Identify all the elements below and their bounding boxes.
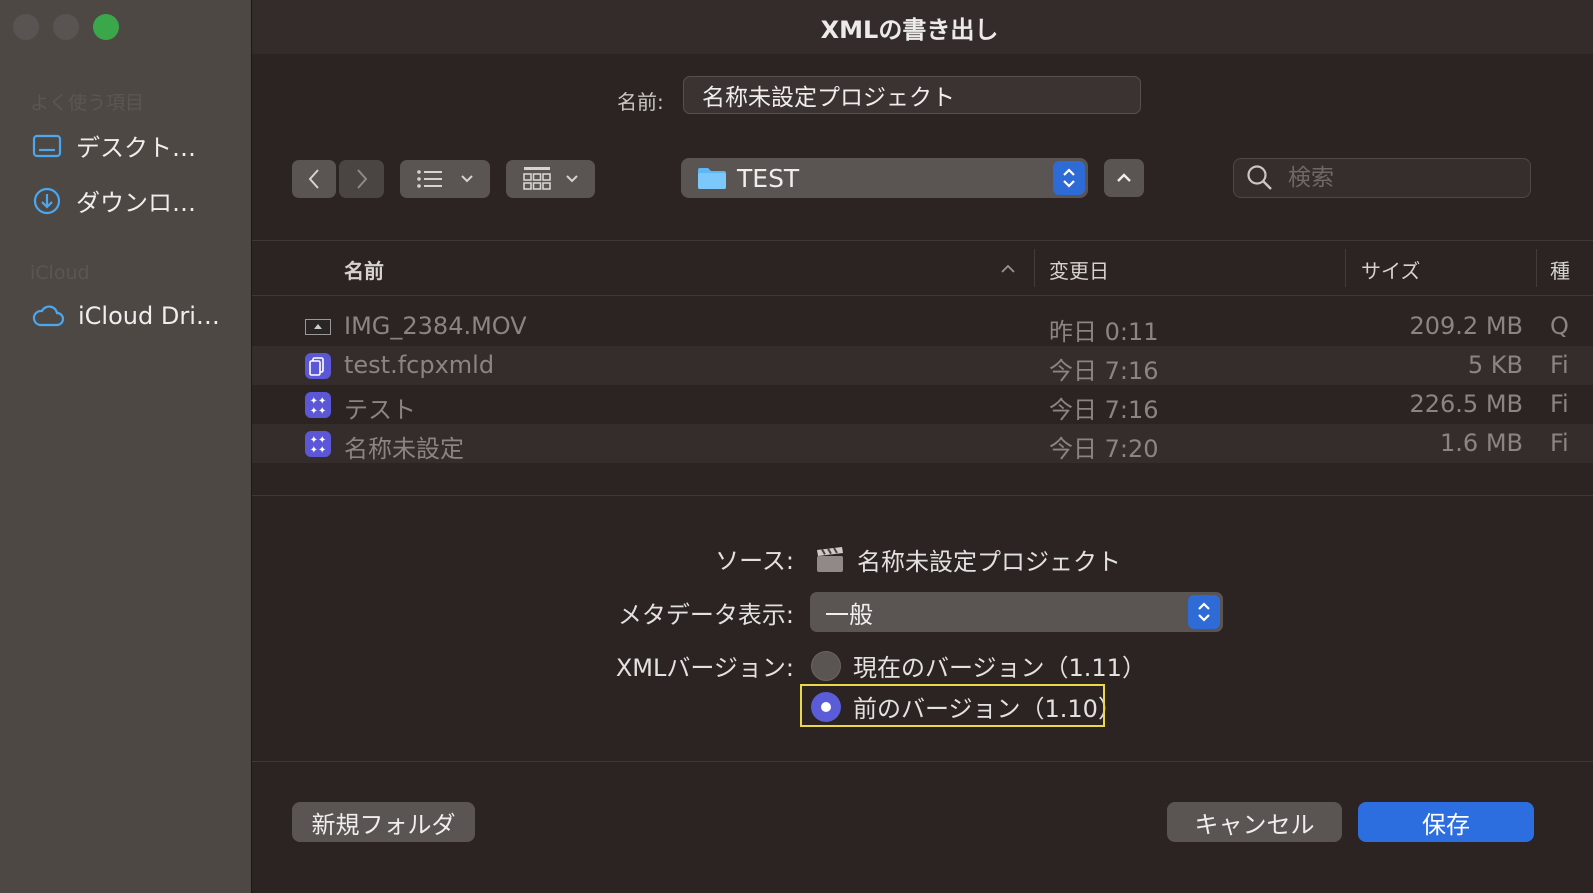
zoom-window-button[interactable]	[93, 14, 119, 40]
file-kind: Q	[1550, 312, 1569, 340]
file-date: 昨日 0:11	[1049, 318, 1159, 346]
grid-view-icon	[522, 167, 551, 190]
folder-icon	[698, 168, 726, 189]
cancel-button[interactable]: キャンセル	[1167, 802, 1342, 842]
file-row[interactable]: ✦✦ ✦✦ 名称未設定 今日 7:20 1.6 MB Fi	[252, 424, 1593, 463]
column-divider[interactable]	[1034, 249, 1035, 287]
back-button[interactable]	[292, 160, 336, 198]
chevron-down-icon	[565, 175, 578, 183]
group-by-button[interactable]	[506, 160, 595, 198]
save-dialog: XMLの書き出し 名前: TEST	[252, 0, 1593, 893]
file-date: 今日 7:20	[1049, 435, 1159, 463]
cloud-icon	[32, 305, 64, 327]
search-icon	[1247, 165, 1272, 190]
movie-file-icon	[305, 319, 331, 335]
sidebar-item-downloads[interactable]: ダウンロ…	[32, 183, 196, 218]
up-down-chevron-icon	[1063, 168, 1075, 188]
sidebar-favorites-header: よく使う項目	[30, 92, 145, 114]
xml-version-label: XMLバージョン:	[615, 654, 794, 682]
search-field[interactable]	[1233, 158, 1531, 198]
column-header-size[interactable]: サイズ	[1361, 255, 1420, 284]
window-controls	[13, 14, 119, 40]
sidebar-item-desktop[interactable]: デスクト…	[32, 128, 196, 163]
file-kind: Fi	[1550, 351, 1569, 379]
column-divider[interactable]	[1536, 249, 1537, 287]
version-current-label: 現在のバージョン（1.11）	[853, 654, 1146, 682]
column-header-kind[interactable]: 種	[1550, 255, 1570, 284]
radio-current-version[interactable]	[811, 650, 841, 681]
chevron-down-icon	[461, 175, 473, 183]
file-list-header: 名前 変更日 サイズ 種	[252, 241, 1593, 296]
annotation-highlight-box	[800, 684, 1105, 727]
column-header-date[interactable]: 変更日	[1049, 255, 1109, 284]
name-label: 名前:	[617, 90, 664, 114]
file-name: テスト	[344, 396, 416, 424]
popup-stepper	[1188, 595, 1220, 629]
popup-stepper	[1053, 161, 1085, 195]
source-value: 名称未設定プロジェクト	[815, 542, 1121, 577]
column-divider[interactable]	[1345, 249, 1346, 287]
close-window-button[interactable]	[13, 14, 39, 40]
fcpxml-file-icon	[305, 353, 331, 379]
desktop-icon	[32, 134, 62, 157]
download-icon	[33, 187, 61, 214]
source-project-name: 名称未設定プロジェクト	[857, 548, 1121, 576]
window-title: XMLの書き出し	[820, 16, 999, 44]
file-kind: Fi	[1550, 429, 1569, 457]
svg-text:✦✦: ✦✦	[310, 406, 327, 417]
fcp-library-icon: ✦✦ ✦✦	[305, 431, 331, 457]
sidebar-icloud-header: iCloud	[30, 262, 90, 284]
collapse-browser-button[interactable]	[1104, 159, 1144, 197]
location-popup[interactable]: TEST	[681, 158, 1088, 198]
file-size: 1.6 MB	[1440, 429, 1523, 457]
file-size: 226.5 MB	[1409, 390, 1523, 418]
forward-button[interactable]	[339, 160, 384, 198]
sidebar-item-label: ダウンロ…	[76, 189, 196, 217]
file-name: 名称未設定	[344, 435, 464, 463]
metadata-view-value: 一般	[825, 600, 873, 629]
file-name: test.fcpxmld	[344, 351, 495, 379]
chevron-right-icon	[356, 169, 367, 189]
version-current-option[interactable]: 現在のバージョン（1.11）	[811, 648, 1146, 683]
minimize-window-button[interactable]	[53, 14, 79, 40]
clapperboard-icon	[817, 546, 843, 572]
metadata-label: メタデータ表示:	[617, 601, 794, 629]
up-down-chevron-icon	[1198, 602, 1210, 622]
column-header-name[interactable]: 名前	[344, 255, 384, 284]
file-kind: Fi	[1550, 390, 1569, 418]
chevron-up-icon	[1117, 173, 1131, 182]
metadata-view-popup[interactable]: 一般	[810, 592, 1223, 632]
file-name: IMG_2384.MOV	[344, 312, 527, 340]
file-name-input[interactable]	[683, 76, 1141, 114]
divider	[252, 495, 1593, 496]
file-row[interactable]: ✦✦ ✦✦ テスト 今日 7:16 226.5 MB Fi	[252, 385, 1593, 424]
sidebar-item-icloud-drive[interactable]: iCloud Dri…	[32, 302, 220, 330]
divider	[252, 761, 1593, 762]
list-view-icon	[417, 170, 442, 188]
fcp-library-icon: ✦✦ ✦✦	[305, 392, 331, 418]
source-label: ソース:	[715, 547, 794, 575]
list-view-button[interactable]	[400, 160, 490, 198]
new-folder-button[interactable]: 新規フォルダ	[292, 802, 475, 842]
file-row[interactable]: IMG_2384.MOV 昨日 0:11 209.2 MB Q	[252, 307, 1593, 346]
sort-ascending-icon	[1001, 264, 1015, 273]
file-size: 5 KB	[1467, 351, 1523, 379]
file-row[interactable]: test.fcpxmld 今日 7:16 5 KB Fi	[252, 346, 1593, 385]
svg-text:✦✦: ✦✦	[310, 445, 327, 456]
sidebar-item-label: デスクト…	[76, 134, 196, 162]
sidebar-item-label: iCloud Dri…	[78, 302, 220, 330]
chevron-left-icon	[308, 169, 319, 189]
title-bar: XMLの書き出し	[252, 0, 1593, 54]
search-input[interactable]	[1286, 164, 1510, 192]
file-date: 今日 7:16	[1049, 396, 1159, 424]
location-folder-name: TEST	[737, 163, 800, 193]
file-size: 209.2 MB	[1409, 312, 1523, 340]
file-date: 今日 7:16	[1049, 357, 1159, 385]
sidebar: よく使う項目 デスクト… ダウンロ… iCloud iCloud Dri…	[0, 0, 252, 893]
save-button[interactable]: 保存	[1358, 802, 1534, 842]
